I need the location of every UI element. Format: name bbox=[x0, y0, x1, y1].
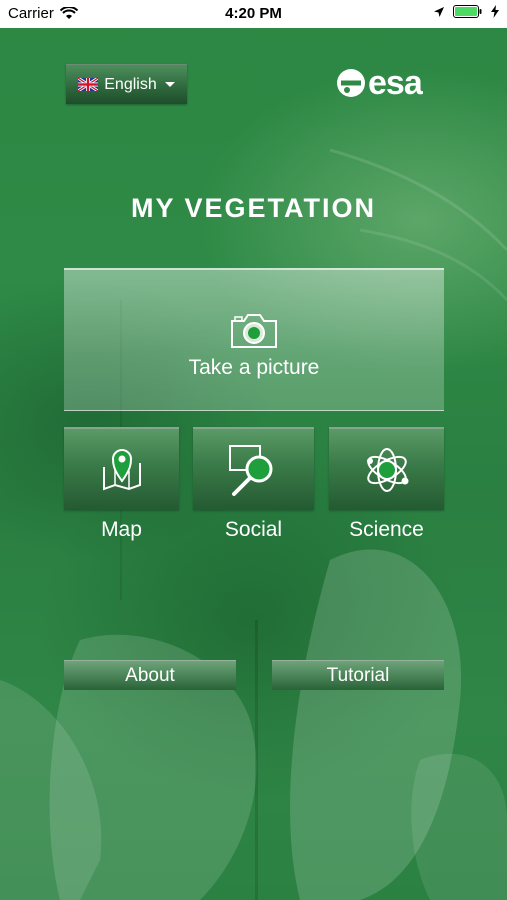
language-label: English bbox=[104, 75, 157, 93]
location-arrow-icon bbox=[434, 6, 444, 17]
language-selector[interactable]: English bbox=[66, 64, 187, 104]
social-label: Social bbox=[224, 518, 283, 541]
chevron-down-icon bbox=[164, 82, 175, 87]
magnifier-icon bbox=[228, 444, 272, 496]
social-button[interactable] bbox=[193, 427, 314, 510]
map-pin-icon bbox=[102, 448, 141, 490]
esa-e-mark-icon bbox=[337, 69, 365, 97]
charging-bolt-icon bbox=[491, 5, 499, 18]
status-right bbox=[433, 5, 499, 18]
app-title: MY VEGETATION bbox=[130, 193, 377, 223]
status-time: 4:20 PM bbox=[225, 5, 282, 22]
atom-icon bbox=[366, 447, 408, 492]
take-picture-label: Take a picture bbox=[188, 356, 320, 379]
status-bar: Carrier 4:20 PM bbox=[0, 0, 507, 28]
map-label: Map bbox=[101, 518, 142, 541]
take-picture-button[interactable]: Take a picture bbox=[64, 268, 444, 411]
science-label: Science bbox=[349, 518, 424, 541]
tutorial-button[interactable]: Tutorial bbox=[272, 660, 444, 690]
tutorial-label: Tutorial bbox=[326, 664, 390, 686]
about-label: About bbox=[125, 664, 175, 686]
uk-flag-icon bbox=[78, 78, 99, 91]
about-button[interactable]: About bbox=[64, 660, 236, 690]
esa-logo: esa bbox=[336, 64, 423, 102]
map-button[interactable] bbox=[64, 427, 179, 510]
science-button[interactable] bbox=[329, 427, 444, 510]
esa-logo-text: esa bbox=[368, 64, 423, 102]
camera-icon bbox=[231, 314, 277, 348]
battery-icon bbox=[453, 5, 482, 18]
